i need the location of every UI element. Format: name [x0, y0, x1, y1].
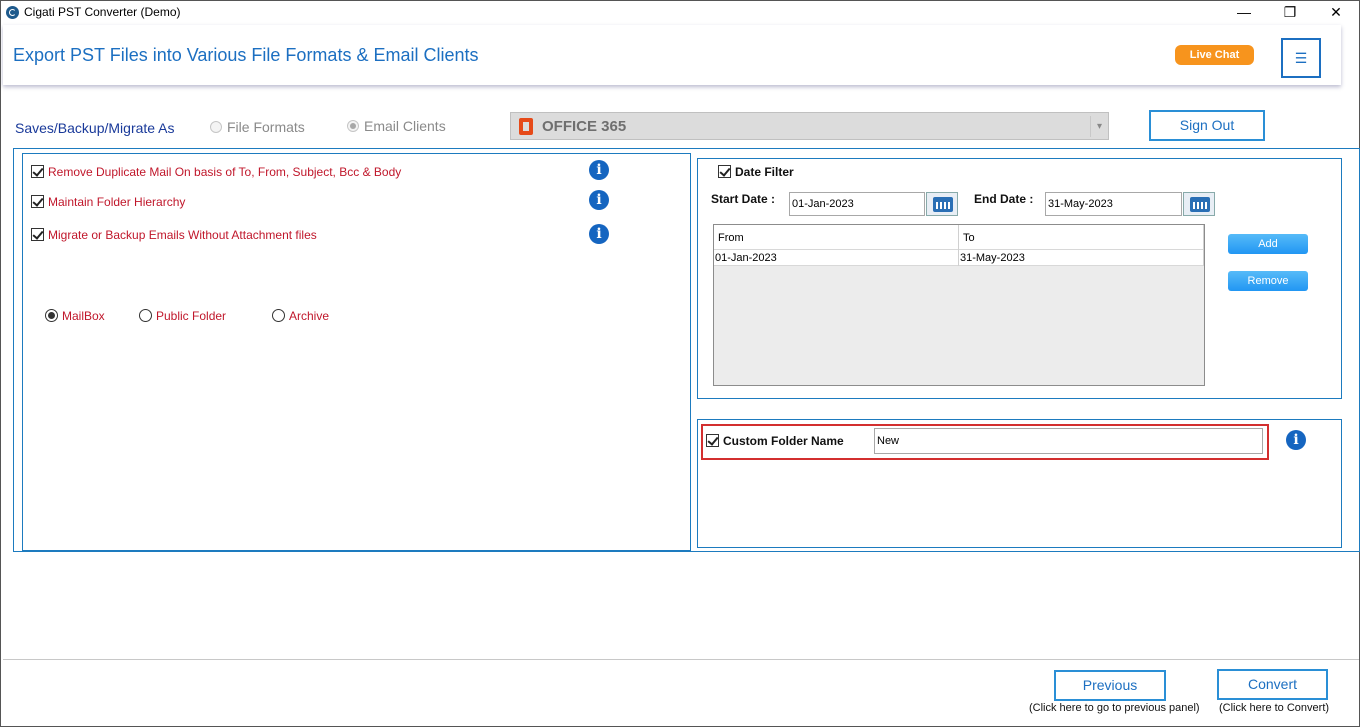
table-row[interactable]: 01-Jan-2023 31-May-2023 [714, 250, 1204, 266]
page-title: Export PST Files into Various File Forma… [13, 45, 479, 65]
sign-out-button[interactable]: Sign Out [1149, 110, 1265, 141]
previous-note: (Click here to go to previous panel) [1029, 702, 1200, 714]
saves-as-label: Saves/Backup/Migrate As [15, 120, 175, 136]
live-chat-button[interactable]: Live Chat [1175, 45, 1254, 65]
mailbox-radio[interactable] [45, 309, 58, 322]
date-range-grid: From To 01-Jan-2023 31-May-2023 [713, 224, 1205, 386]
without-attachment-checkbox[interactable] [31, 228, 44, 241]
calendar-icon [1190, 197, 1210, 212]
without-attachment-label: Migrate or Backup Emails Without Attachm… [48, 228, 317, 242]
app-header: Export PST Files into Various File Forma… [3, 25, 1341, 85]
app-window: Cigati PST Converter (Demo) — ❐ ✕ Export… [0, 0, 1360, 727]
column-divider [1203, 225, 1204, 266]
end-date-input[interactable]: 31-May-2023 [1045, 192, 1182, 216]
calendar-icon [933, 197, 953, 212]
date-filter-label: Date Filter [735, 165, 794, 179]
column-divider [958, 225, 959, 266]
add-date-button[interactable]: Add [1228, 234, 1308, 254]
title-bar: Cigati PST Converter (Demo) — ❐ ✕ [1, 1, 1359, 25]
date-filter-checkbox[interactable] [718, 165, 731, 178]
menu-button[interactable]: ☰ [1281, 38, 1321, 78]
convert-button[interactable]: Convert [1217, 669, 1328, 700]
email-client-select[interactable]: OFFICE 365 ▾ [510, 112, 1109, 140]
info-icon[interactable]: i [1286, 430, 1306, 450]
email-clients-label: Email Clients [364, 118, 446, 134]
public-folder-label: Public Folder [156, 309, 227, 323]
column-header-to: To [963, 232, 975, 244]
row-to-cell: 31-May-2023 [960, 252, 1025, 264]
column-header-from: From [718, 232, 744, 244]
maintain-hierarchy-checkbox[interactable] [31, 195, 44, 208]
end-date-calendar-button[interactable] [1183, 192, 1215, 216]
archive-label: Archive [289, 309, 330, 323]
options-panel [22, 153, 691, 551]
window-title: Cigati PST Converter (Demo) [24, 5, 181, 19]
remove-duplicate-label: Remove Duplicate Mail On basis of To, Fr… [48, 165, 402, 179]
app-logo-icon [6, 6, 19, 19]
maximize-button[interactable]: ❐ [1267, 1, 1313, 25]
hamburger-menu-icon: ☰ [1294, 50, 1308, 66]
file-formats-radio[interactable] [210, 121, 222, 133]
remove-duplicate-checkbox[interactable] [31, 165, 44, 178]
public-folder-radio[interactable] [139, 309, 152, 322]
info-icon[interactable]: i [589, 224, 609, 244]
start-date-input[interactable]: 01-Jan-2023 [789, 192, 925, 216]
office-365-logo-icon [519, 118, 533, 135]
custom-folder-checkbox[interactable] [706, 434, 719, 447]
file-formats-label: File Formats [227, 119, 305, 135]
selected-client-text: OFFICE 365 [542, 118, 627, 135]
minimize-button[interactable]: — [1221, 1, 1267, 25]
info-icon[interactable]: i [589, 160, 609, 180]
email-clients-radio[interactable] [347, 120, 359, 132]
start-date-label: Start Date : [711, 192, 776, 206]
maintain-hierarchy-label: Maintain Folder Hierarchy [48, 195, 186, 209]
grid-header: From To [714, 225, 1204, 250]
convert-note: (Click here to Convert) [1219, 702, 1330, 714]
custom-folder-label: Custom Folder Name [723, 434, 844, 448]
previous-button[interactable]: Previous [1054, 670, 1166, 701]
chevron-down-icon[interactable]: ▾ [1090, 116, 1108, 137]
end-date-label: End Date : [974, 192, 1034, 206]
info-icon[interactable]: i [589, 190, 609, 210]
remove-date-button[interactable]: Remove [1228, 271, 1308, 291]
row-from-cell: 01-Jan-2023 [715, 252, 777, 264]
mailbox-label: MailBox [62, 309, 105, 323]
close-button[interactable]: ✕ [1313, 1, 1359, 25]
custom-folder-input[interactable]: New [874, 428, 1263, 454]
start-date-calendar-button[interactable] [926, 192, 958, 216]
archive-radio[interactable] [272, 309, 285, 322]
footer-divider [3, 659, 1359, 660]
